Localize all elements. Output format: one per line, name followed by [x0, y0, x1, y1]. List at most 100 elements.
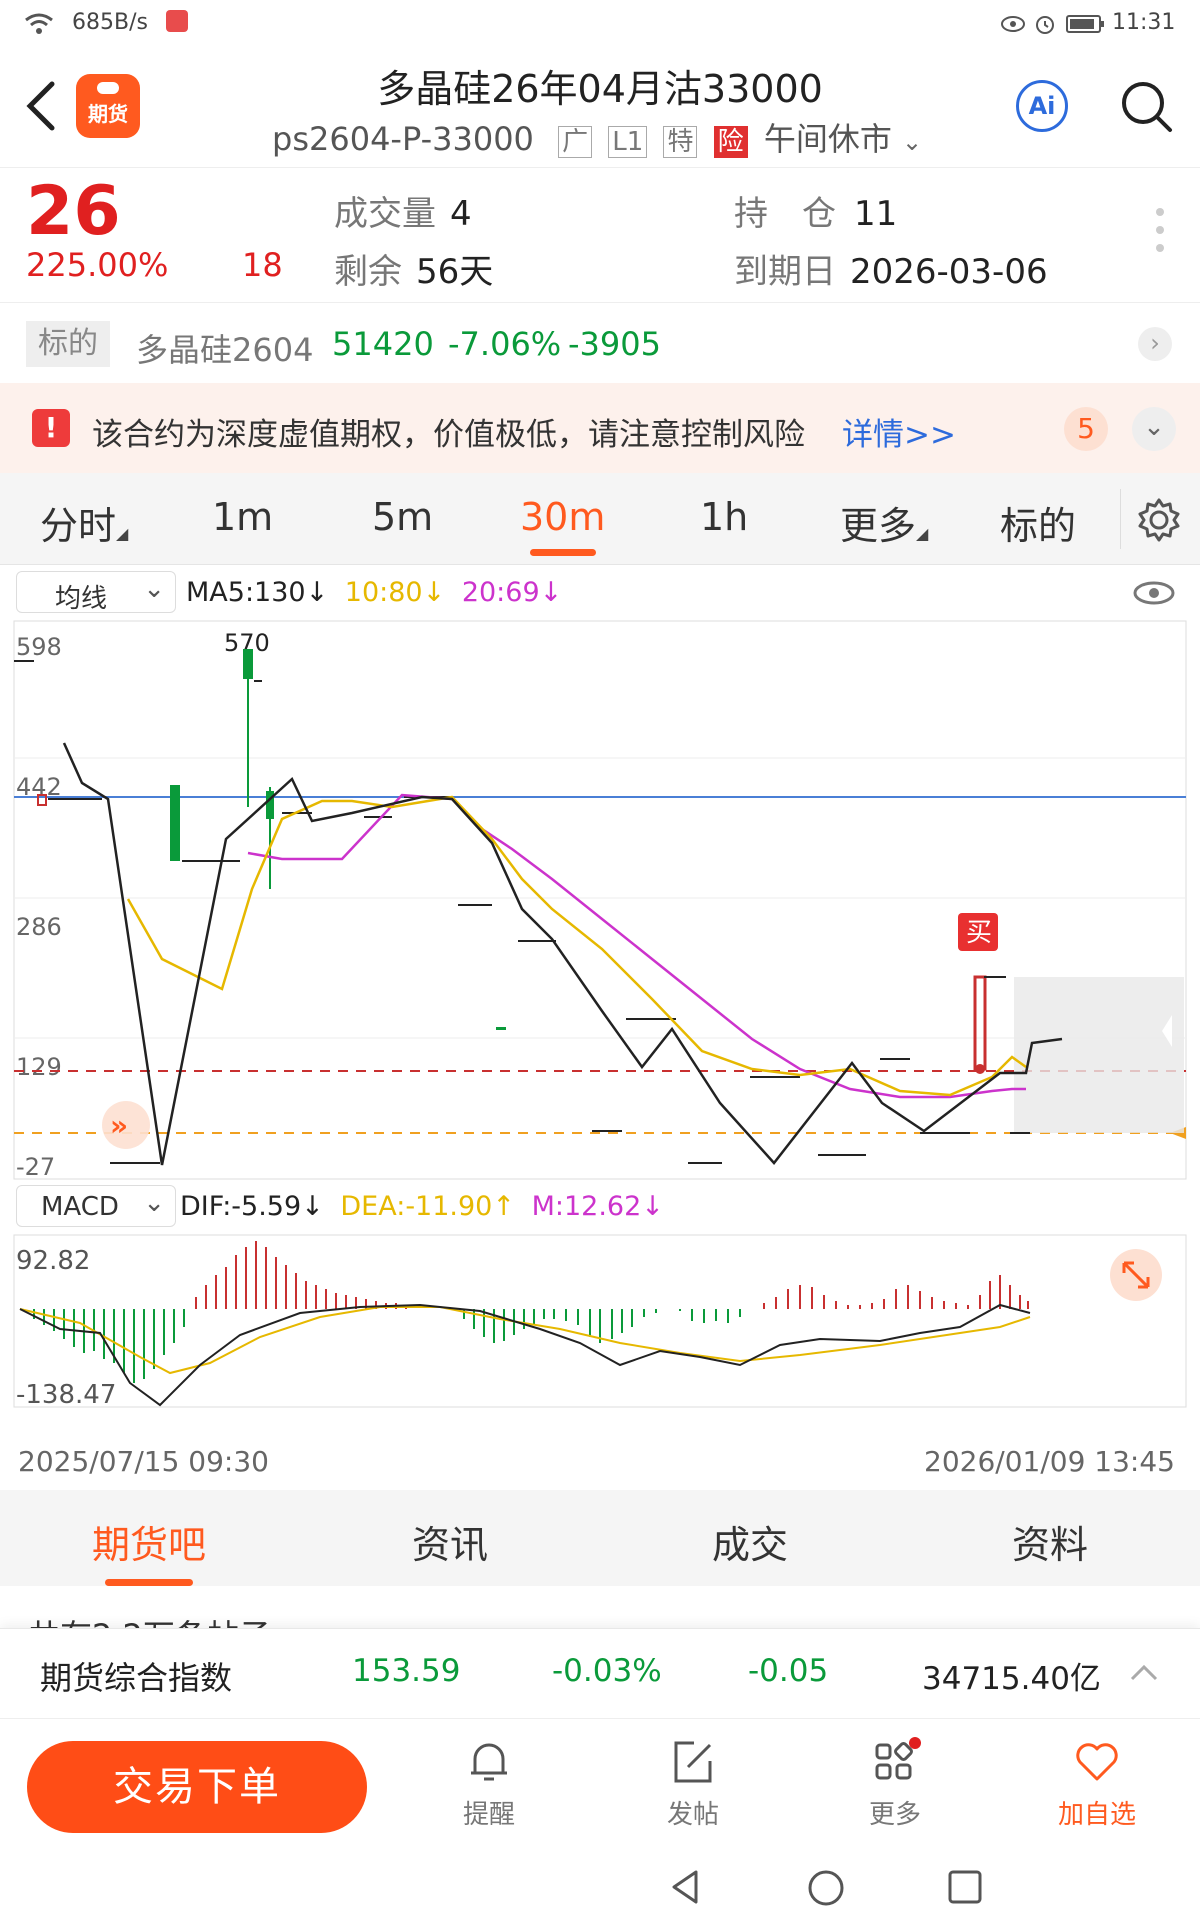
network-speed: 685B/s: [72, 10, 148, 35]
date-range-start: 2025/07/15 09:30: [18, 1445, 269, 1478]
scroll-hint-panel: [1014, 977, 1184, 1133]
tab-more[interactable]: 更多◢: [840, 495, 928, 550]
buy-point: [975, 1064, 985, 1074]
tab-intraday[interactable]: 分时◢: [40, 495, 128, 550]
quote-panel: 26 225.00% 18 成交量 4 剩余 56天 持 仓 11 到期日 2026-0…: [0, 168, 1200, 303]
action-bar: 交易下单 提醒 发帖 更多 加自选: [0, 1718, 1200, 1858]
underlying-label: 标的: [26, 321, 110, 367]
change-value: 18: [242, 246, 283, 284]
chevron-down-icon[interactable]: ⌄: [1132, 407, 1176, 451]
date-range-end: 2026/01/09 13:45: [924, 1445, 1175, 1478]
battery-icon: [1066, 15, 1104, 33]
remaining-days: 剩余 56天: [334, 252, 494, 292]
last-price: 26: [26, 172, 121, 251]
sub-indicator-selector[interactable]: MACD ⌄: [16, 1185, 176, 1227]
main-indicator-selector[interactable]: 均线 ⌄: [16, 571, 176, 614]
volume: 成交量 4: [334, 194, 472, 234]
index-name: 期货综合指数: [40, 1659, 233, 1697]
alert-button[interactable]: 提醒: [434, 1737, 544, 1831]
alarm-icon: [1036, 16, 1054, 34]
tab-profile[interactable]: 资料: [1012, 1514, 1088, 1569]
trade-order-button[interactable]: 交易下单: [27, 1741, 367, 1833]
system-nav-bar: [0, 1858, 1200, 1920]
contract-code: ps2604-P-33000: [272, 120, 534, 158]
tab-1h[interactable]: 1h: [700, 495, 748, 539]
dif-value: DIF:-5.59: [180, 1191, 302, 1222]
home-circle-icon[interactable]: [806, 1868, 846, 1908]
y-label-neg27: -27: [16, 1153, 55, 1181]
app-notification-icon: [166, 10, 188, 32]
tab-trades[interactable]: 成交: [712, 1514, 788, 1569]
macd-chart[interactable]: 92.82 -138.47: [0, 1233, 1200, 1429]
notification-dot: [909, 1737, 921, 1749]
period-tabs: 分时◢ 1m 5m 30m 1h 更多◢ 标的: [0, 473, 1200, 565]
eye-icon[interactable]: [1132, 579, 1176, 607]
more-vertical-icon[interactable]: [1156, 208, 1164, 252]
buy-signal-label: 买: [966, 918, 992, 948]
warning-details-link[interactable]: 详情>>: [842, 409, 956, 454]
tab-30m[interactable]: 30m: [520, 495, 605, 556]
chevron-up-icon[interactable]: [1128, 1661, 1160, 1683]
index-amount: 34715.40亿: [922, 1661, 1101, 1697]
heart-icon: [1076, 1743, 1118, 1781]
tag-l1: L1: [608, 126, 648, 158]
chevron-down-icon: ⌄: [143, 1188, 165, 1218]
warning-icon: !: [32, 409, 70, 447]
back-triangle-icon[interactable]: [668, 1868, 702, 1906]
candlestick-chart[interactable]: 598 442 286 129 -27 570 买 »: [0, 619, 1200, 1247]
chevron-right-icon[interactable]: ›: [1138, 327, 1172, 361]
underlying-name: 多晶硅2604: [136, 331, 314, 369]
chevron-down-icon[interactable]: ⌄: [902, 128, 922, 156]
add-watchlist-button[interactable]: 加自选: [1042, 1737, 1152, 1831]
tab-underlying[interactable]: 标的: [1000, 495, 1076, 550]
ai-assistant-button[interactable]: Ai: [1016, 80, 1068, 132]
post-label: 发帖: [666, 1800, 719, 1830]
macd-y-bottom: -138.47: [16, 1380, 116, 1410]
chevron-down-icon: ⌄: [143, 574, 165, 604]
underlying-percent: -7.06%: [448, 325, 562, 363]
y-label-598: 598: [16, 633, 62, 661]
tab-futures-forum[interactable]: 期货吧: [92, 1514, 206, 1586]
risk-warning-banner: ! 该合约为深度虚值期权，价值极低，请注意控制风险 详情>> 5 ⌄: [0, 383, 1200, 473]
change-percent: 225.00%: [26, 246, 169, 284]
tab-news[interactable]: 资讯: [412, 1514, 488, 1569]
ma20-value: 20:69: [461, 577, 540, 608]
warning-text: 该合约为深度虚值期权，价值极低，请注意控制风险: [92, 417, 805, 453]
index-value: 153.59: [352, 1653, 461, 1689]
macd-value: M:12.62: [531, 1191, 642, 1222]
active-tab-indicator: [529, 549, 596, 556]
more-label: 更多: [868, 1800, 921, 1830]
add-watchlist-label: 加自选: [1057, 1800, 1136, 1830]
ma10-value: 10:80: [344, 577, 423, 608]
edit-icon: [674, 1741, 712, 1783]
bell-icon: [471, 1743, 507, 1781]
y-label-129: 129: [16, 1053, 62, 1081]
tab-1m[interactable]: 1m: [212, 495, 273, 539]
chart-area: 均线 ⌄ MA5:130↓ 10:80↓ 20:69↓ 598 442 286 …: [0, 565, 1200, 1490]
tag-risk: 险: [713, 126, 748, 158]
macd-y-top: 92.82: [16, 1246, 90, 1276]
back-arrow-icon[interactable]: [24, 80, 58, 132]
logo-label: 期货: [88, 102, 128, 126]
wifi-icon: [25, 13, 53, 34]
warning-count-badge[interactable]: 5: [1064, 407, 1108, 451]
post-button[interactable]: 发帖: [638, 1737, 748, 1831]
tab-5m[interactable]: 5m: [372, 495, 433, 539]
more-button[interactable]: 更多: [840, 1737, 950, 1831]
divider: [1120, 489, 1121, 549]
underlying-row[interactable]: 标的 多晶硅2604 51420 -7.06% -3905 ›: [0, 303, 1200, 383]
ma5-value: MA5:130: [186, 577, 306, 608]
clock: 11:31: [1112, 10, 1176, 35]
y-label-286: 286: [16, 913, 62, 941]
session-status[interactable]: 午间休市: [764, 120, 892, 158]
search-icon[interactable]: [1118, 78, 1174, 134]
index-percent: -0.03%: [552, 1653, 662, 1689]
chart-frame: [13, 620, 1187, 1180]
gear-icon[interactable]: [1136, 497, 1182, 543]
status-bar: 685B/s 11:31: [0, 0, 1200, 50]
recents-square-icon[interactable]: [946, 1868, 984, 1906]
contract-subtitle: ps2604-P-33000 广 L1 特 险 午间休市 ⌄: [272, 114, 922, 160]
contract-title: 多晶硅26年04月沽33000: [377, 67, 823, 111]
svg-text:»: »: [110, 1109, 128, 1142]
index-ticker[interactable]: 期货综合指数 153.59 -0.03% -0.05 34715.40亿: [0, 1628, 1200, 1718]
